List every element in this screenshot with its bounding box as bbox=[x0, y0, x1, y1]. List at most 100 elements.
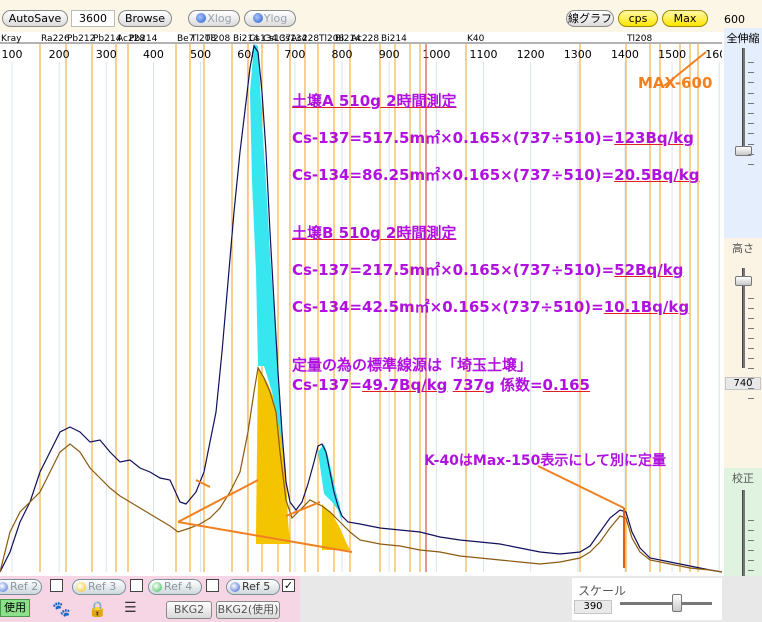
isotope-label: Tl208 bbox=[626, 34, 652, 44]
bkg2-use-button[interactable]: BKG2(使用) bbox=[216, 601, 280, 619]
slider-tick bbox=[748, 123, 754, 125]
xlog-button[interactable]: Xlog bbox=[188, 10, 240, 27]
height-slider-thumb[interactable] bbox=[735, 276, 752, 286]
k40-note: K-40はMax-150表示にして別に定量 bbox=[424, 453, 666, 469]
slider-tick bbox=[748, 113, 754, 114]
browse-button[interactable]: Browse bbox=[118, 10, 172, 27]
zoom-track[interactable] bbox=[742, 48, 745, 150]
standard-coef-label: 係数= bbox=[499, 376, 543, 394]
ref3-label: Ref 3 bbox=[88, 580, 117, 593]
slider-tick bbox=[748, 328, 754, 329]
count-field[interactable]: 3600 bbox=[71, 10, 115, 27]
isotope-label: Bi214 bbox=[381, 34, 407, 44]
zoom-label: 全伸縮 bbox=[726, 32, 760, 45]
scale-slider-thumb[interactable] bbox=[672, 594, 682, 612]
x-tick-label: 1400 bbox=[611, 48, 639, 61]
ylog-button[interactable]: Ylog bbox=[244, 10, 296, 27]
ref4-radio-icon bbox=[152, 582, 162, 592]
soil-b-cs137: Cs-137=217.5m㎡×0.165×(737÷510)=52Bq/kg bbox=[292, 259, 683, 280]
scale-track[interactable] bbox=[620, 602, 712, 605]
standard-bq-value: 49.7Bq/kg bbox=[362, 376, 448, 394]
slider-tick bbox=[748, 308, 754, 309]
ref4-toggle[interactable]: Ref 4 bbox=[148, 579, 202, 595]
slider-tick bbox=[748, 540, 754, 541]
x-tick-label: 1000 bbox=[422, 48, 450, 61]
ref5-checkbox[interactable]: ✓ bbox=[282, 579, 295, 592]
slider-tick bbox=[748, 570, 754, 571]
x-tick-label: 100 bbox=[2, 48, 23, 61]
slider-tick bbox=[748, 318, 754, 319]
ref5-toggle[interactable]: Ref 5 bbox=[226, 579, 280, 595]
x-tick-label: 1600 bbox=[705, 48, 722, 61]
slider-tick bbox=[748, 338, 754, 339]
standard-cs-label: Cs-137= bbox=[292, 376, 363, 394]
slider-tick bbox=[748, 164, 754, 165]
x-tick-label: 500 bbox=[190, 48, 211, 61]
standard-source-title: 定量の為の標準線源は「埼玉土壌」 bbox=[292, 356, 533, 374]
xlog-label: Xlog bbox=[207, 12, 232, 25]
calib-track[interactable] bbox=[742, 490, 745, 590]
max600-note: MAX-600 bbox=[638, 74, 713, 92]
soil-b-cs137-formula: Cs-137=217.5m㎡×0.165×(737÷510)= bbox=[292, 261, 615, 279]
ref4-checkbox[interactable] bbox=[206, 579, 219, 592]
paw-icon[interactable]: 🐾 bbox=[52, 600, 71, 618]
isotope-label: Ra226 bbox=[41, 34, 70, 44]
ref3-toggle[interactable]: Ref 3 bbox=[72, 579, 126, 595]
slider-tick bbox=[748, 143, 754, 145]
slider-tick bbox=[748, 102, 754, 104]
slider-tick bbox=[748, 92, 754, 94]
list-icon[interactable]: ☰ bbox=[124, 600, 137, 616]
isotope-label: Pb214 bbox=[129, 34, 158, 44]
x-tick-label: 800 bbox=[332, 48, 353, 61]
ref5-radio-icon bbox=[230, 582, 240, 592]
isotope-label: Tl208 bbox=[204, 34, 230, 44]
scale-section: スケール 390 bbox=[572, 578, 722, 620]
x-tick-label: 900 bbox=[379, 48, 400, 61]
standard-source-values: Cs-137=49.7Bq/kg 737g 係数=0.165 bbox=[292, 374, 590, 395]
isotope-label: K40 bbox=[467, 34, 485, 44]
slider-tick bbox=[748, 398, 754, 399]
standard-coef-value: 0.165 bbox=[542, 376, 590, 394]
slider-tick bbox=[748, 133, 754, 135]
x-tick-label: 1500 bbox=[658, 48, 686, 61]
cs134-area-a bbox=[318, 444, 342, 522]
ref2-toggle[interactable]: Ref 2 bbox=[0, 579, 42, 595]
soil-b-cs134-formula: Cs-134=42.5m㎡×0.165×(737÷510)= bbox=[292, 298, 604, 316]
soil-a-cs134: Cs-134=86.25m㎡×0.165×(737÷510)=20.5Bq/kg bbox=[292, 164, 700, 185]
calib-label: 校正 bbox=[732, 472, 754, 485]
soil-b-cs137-result: 52Bq/kg bbox=[614, 261, 684, 279]
ref2-checkbox[interactable] bbox=[50, 579, 63, 592]
ref5-label: Ref 5 bbox=[242, 580, 271, 593]
x-tick-label: 700 bbox=[284, 48, 305, 61]
cps-button[interactable]: cps bbox=[618, 10, 658, 27]
autosave-button[interactable]: AutoSave bbox=[2, 10, 68, 27]
max-button[interactable]: Max bbox=[662, 10, 708, 27]
ref4-label: Ref 4 bbox=[164, 580, 193, 593]
scale-value: 390 bbox=[574, 600, 612, 614]
standard-gram-value: 737g bbox=[452, 376, 495, 394]
ylog-radio-icon bbox=[252, 13, 263, 23]
slider-tick bbox=[748, 62, 754, 63]
soil-a-title: 土壌A 510g 2時間測定 bbox=[292, 90, 457, 111]
ref3-checkbox[interactable] bbox=[130, 579, 143, 592]
soil-b-title: 土壌B 510g 2時間測定 bbox=[292, 222, 456, 243]
x-tick-label: 200 bbox=[49, 48, 70, 61]
max-value: 600 bbox=[724, 13, 745, 26]
toolbar: AutoSave 3600 Browse Xlog Ylog 線グラフ cps … bbox=[0, 0, 762, 32]
x-tick-labels: 100 200 300 400 500 600 700 800 900 1000 1100 1200 1… bbox=[2, 48, 734, 61]
linear-graph-button[interactable]: 線グラフ bbox=[566, 10, 614, 27]
soil-a-cs134-formula: Cs-134=86.25m㎡×0.165×(737÷510)= bbox=[292, 166, 615, 184]
lock-icon[interactable]: 🔒 bbox=[88, 600, 107, 618]
bottom-panel: Ref 2 Ref 3 Ref 4 Ref 5 ✓ 使用 🐾 🔒 ☰ BKG2 … bbox=[0, 576, 762, 622]
right-panel: 全伸縮 高さ 740 校正 630 bbox=[724, 28, 762, 622]
scale-label: スケール bbox=[578, 584, 627, 598]
spectrum-soil-b bbox=[0, 366, 723, 573]
slider-tick bbox=[748, 368, 754, 369]
use-toggle[interactable]: 使用 bbox=[0, 599, 30, 617]
slider-tick bbox=[748, 378, 754, 379]
k40-arrow bbox=[537, 465, 625, 509]
slider-tick bbox=[748, 358, 754, 359]
soil-a-cs137: Cs-137=517.5m㎡×0.165×(737÷510)=123Bq/kg bbox=[292, 127, 694, 148]
bkg2-button[interactable]: BKG2 bbox=[166, 601, 212, 619]
isotope-label: Pb212 bbox=[67, 34, 95, 44]
